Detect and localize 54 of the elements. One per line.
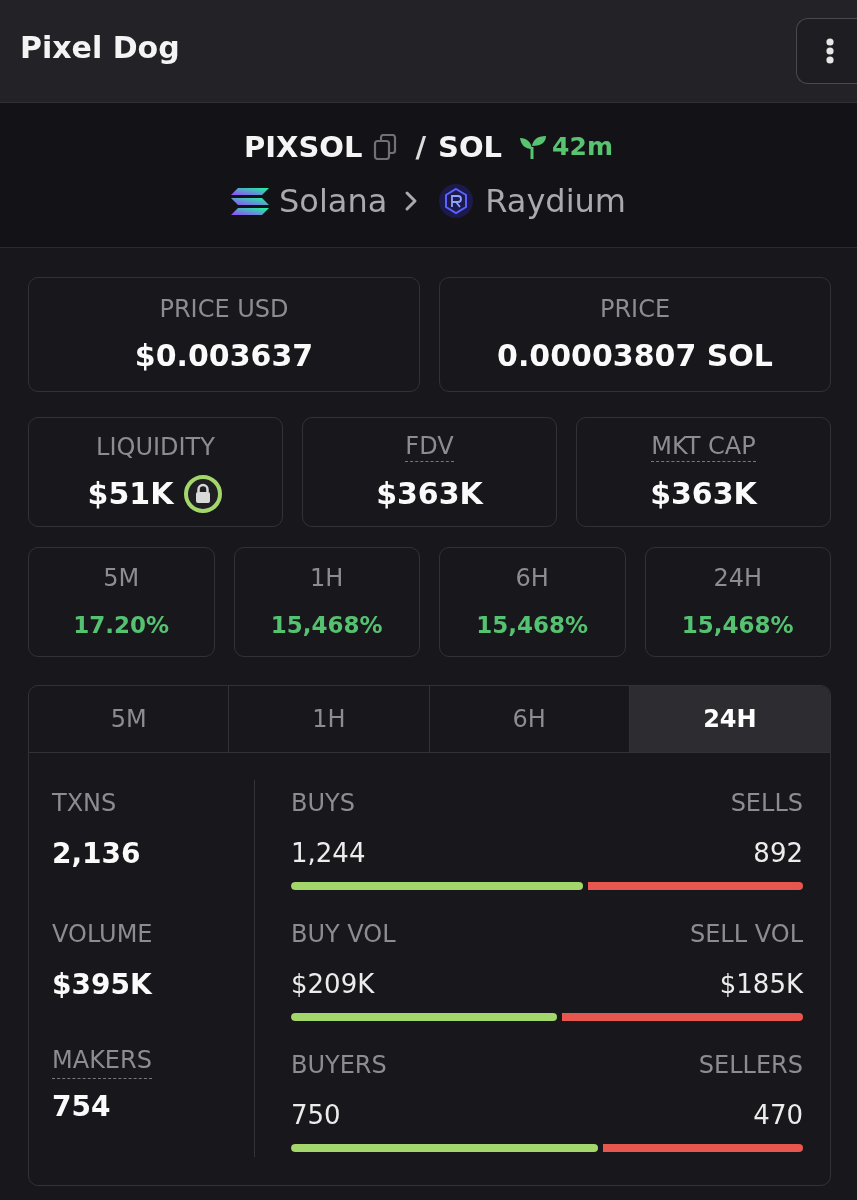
summary-value: $395K xyxy=(52,967,152,1003)
period-tab[interactable]: 24H xyxy=(629,686,830,752)
more-button[interactable] xyxy=(796,18,857,84)
split-value: 750 xyxy=(291,1099,341,1132)
split-value: 892 xyxy=(753,837,803,870)
split-label: BUYS xyxy=(291,788,355,818)
period-tab[interactable]: 6H xyxy=(429,686,630,752)
copy-icon[interactable] xyxy=(373,134,398,160)
price-change: 15,468% xyxy=(681,611,794,640)
stat-label: 5M xyxy=(103,563,140,593)
stat-label: 24H xyxy=(713,563,763,593)
sprout-icon xyxy=(520,135,547,159)
stat-label: PRICE USD xyxy=(159,294,289,324)
lock-icon xyxy=(183,473,224,514)
stat-label: LIQUIDITY xyxy=(96,431,215,462)
chain-name[interactable]: Solana xyxy=(279,179,388,223)
stat-label: FDV xyxy=(405,431,454,462)
summary-label: TXNS xyxy=(52,788,117,819)
quote-token-symbol: SOL xyxy=(438,129,503,166)
period-tab[interactable]: 5M xyxy=(29,686,230,752)
stat-label: MKT CAP xyxy=(651,431,756,462)
price-value: 0.00003807 SOL xyxy=(497,337,773,375)
price-value: $0.003637 xyxy=(134,337,314,375)
split-label: SELLS xyxy=(730,788,803,818)
stat-value: $363K xyxy=(650,475,757,513)
split-label: SELLERS xyxy=(698,1050,803,1080)
stat-value: $51K xyxy=(87,474,174,513)
more-icon xyxy=(826,38,834,64)
split-value: $185K xyxy=(719,968,803,1001)
stat-label: 1H xyxy=(310,563,344,593)
split-label: SELL VOL xyxy=(689,919,803,949)
stat-label: 6H xyxy=(515,563,549,593)
split-value: 470 xyxy=(753,1099,803,1132)
pair-age: 42m xyxy=(552,131,613,163)
price-change: 15,468% xyxy=(476,611,589,640)
split-value: 1,244 xyxy=(291,837,366,870)
period-tab[interactable]: 1H xyxy=(229,686,430,752)
price-change: 15,468% xyxy=(270,611,383,640)
chain-logo-icon xyxy=(231,186,269,216)
base-token-symbol: PIXSOL xyxy=(244,129,363,166)
split-label: BUY VOL xyxy=(291,919,396,949)
split-value: $209K xyxy=(291,968,375,1001)
page-title: Pixel Dog xyxy=(20,29,180,67)
summary-label: VOLUME xyxy=(52,919,153,950)
pair-separator: / xyxy=(415,129,427,166)
dex-logo-icon xyxy=(439,184,474,218)
stat-value: $363K xyxy=(376,475,483,513)
summary-label: MAKERS xyxy=(52,1045,152,1079)
price-change: 17.20% xyxy=(73,611,170,640)
stat-label: PRICE xyxy=(599,294,671,324)
dex-name[interactable]: Raydium xyxy=(485,179,626,223)
summary-value: 754 xyxy=(52,1089,111,1125)
split-label: BUYERS xyxy=(291,1050,387,1080)
summary-value: 2,136 xyxy=(52,836,141,872)
